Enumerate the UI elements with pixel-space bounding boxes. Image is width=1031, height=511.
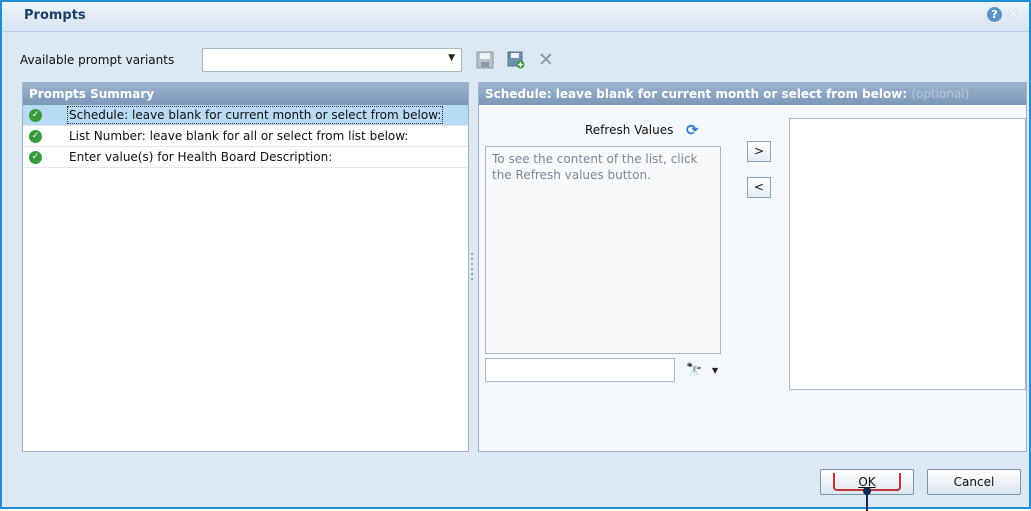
prompts-dialog: Prompts ? ✕ Available prompt variants ▼ … bbox=[0, 0, 1031, 511]
available-values-list[interactable]: To see the content of the list, click th… bbox=[485, 146, 721, 354]
binoculars-icon[interactable]: 🔭 bbox=[686, 363, 702, 378]
refresh-icon[interactable]: ⟳ bbox=[686, 121, 699, 139]
dialog-title: Prompts bbox=[24, 8, 86, 23]
prompt-row[interactable]: ✓ List Number: leave blank for all or se… bbox=[23, 126, 468, 147]
refresh-values-label: Refresh Values bbox=[585, 123, 674, 137]
help-icon[interactable]: ? bbox=[987, 7, 1002, 22]
delete-icon[interactable]: ✕ bbox=[537, 51, 555, 70]
panel-splitter[interactable] bbox=[470, 250, 474, 290]
prompt-label: List Number: leave blank for all or sele… bbox=[69, 129, 409, 143]
prompt-row[interactable]: ✓ Schedule: leave blank for current mont… bbox=[23, 105, 468, 126]
values-hint: To see the content of the list, click th… bbox=[492, 152, 698, 182]
chevron-down-icon[interactable]: ▼ bbox=[448, 53, 455, 63]
selected-values-list[interactable] bbox=[789, 118, 1026, 390]
check-icon: ✓ bbox=[29, 151, 42, 164]
remove-value-button[interactable]: < bbox=[747, 177, 771, 198]
search-options-chevron-icon[interactable]: ▼ bbox=[712, 366, 718, 375]
save-icon[interactable] bbox=[476, 51, 494, 69]
mouse-cursor-stem bbox=[866, 494, 868, 511]
check-icon: ✓ bbox=[29, 130, 42, 143]
prompt-detail-header: Schedule: leave blank for current month … bbox=[479, 83, 1026, 105]
search-input[interactable] bbox=[485, 358, 675, 382]
prompts-summary-panel: Prompts Summary ✓ Schedule: leave blank … bbox=[22, 82, 469, 452]
prompt-label: Schedule: leave blank for current month … bbox=[66, 106, 444, 124]
prompt-detail-panel: Schedule: leave blank for current month … bbox=[478, 82, 1027, 452]
cancel-button[interactable]: Cancel bbox=[927, 469, 1021, 495]
save-as-icon[interactable] bbox=[507, 51, 525, 69]
add-value-button[interactable]: > bbox=[747, 141, 771, 162]
prompt-row[interactable]: ✓ Enter value(s) for Health Board Descri… bbox=[23, 147, 468, 168]
optional-tag: (optional) bbox=[911, 87, 970, 101]
prompts-summary-header: Prompts Summary bbox=[23, 83, 468, 105]
check-icon: ✓ bbox=[29, 109, 42, 122]
prompt-detail-title: Schedule: leave blank for current month … bbox=[485, 87, 908, 101]
dialog-titlebar: Prompts ? ✕ bbox=[2, 2, 1029, 32]
prompt-label: Enter value(s) for Health Board Descript… bbox=[69, 150, 333, 164]
prompt-variants-select[interactable]: ▼ bbox=[202, 48, 462, 72]
variants-label: Available prompt variants bbox=[20, 53, 175, 67]
close-icon[interactable]: ✕ bbox=[1006, 7, 1021, 22]
